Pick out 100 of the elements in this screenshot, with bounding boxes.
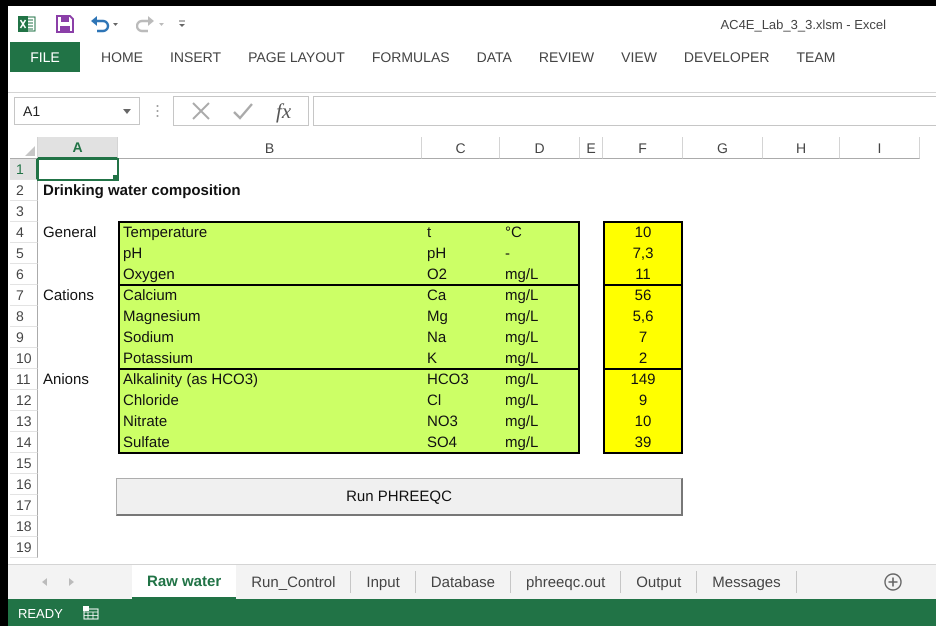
sheet-tab[interactable]: Raw water [132,565,236,599]
ribbon-tab[interactable]: PAGE LAYOUT [239,42,354,72]
row-header[interactable]: 17 [10,495,38,516]
dropdown-icon[interactable] [123,108,131,114]
symbol-cell-text: Ca [426,286,448,306]
check-icon[interactable] [232,102,254,120]
unit-cell-text: mg/L [504,412,540,432]
parameter-cell-text: Oxygen [122,265,176,285]
unit-cell-text: mg/L [504,370,540,390]
parameter-cell-text: pH [122,244,144,264]
ribbon-tab[interactable]: DEVELOPER [674,42,778,72]
add-sheet-icon[interactable] [884,573,902,591]
sheet-tab[interactable]: Input [351,571,416,593]
unit-cell-text: mg/L [504,328,540,348]
unit-cell-text: - [504,244,511,264]
row-header[interactable]: 10 [10,348,38,369]
insert-function-button[interactable]: fx [276,98,292,124]
symbol-cell-text: t [426,223,432,243]
ribbon-tab[interactable]: FORMULAS [362,42,459,72]
column-header[interactable]: D [500,137,580,159]
macro-record-icon[interactable] [82,606,99,620]
column-header[interactable]: B [118,137,422,159]
value-cell-text: 56 [634,286,652,306]
parameter-cell-text: Calcium [122,286,178,306]
parameter-cell-text: Alkalinity (as HCO3) [122,370,260,390]
row-header[interactable]: 3 [10,201,38,222]
column-header[interactable]: G [683,137,763,159]
column-header[interactable]: C [422,137,500,159]
value-cell-text: 5,6 [632,307,654,327]
row-header[interactable]: 9 [10,327,38,348]
sheet-tab[interactable]: Database [416,571,512,593]
ribbon-tab[interactable]: INSERT [161,42,230,72]
row-header[interactable]: 1 [10,159,38,180]
unit-cell-text: mg/L [504,391,540,411]
row-header[interactable]: 15 [10,453,38,474]
ribbon-tab[interactable]: REVIEW [530,42,604,72]
parameter-cell-text: Sodium [122,328,175,348]
sheet-tab[interactable]: Messages [697,571,797,593]
value-cell-text: 39 [634,433,652,453]
row-header[interactable]: 16 [10,474,38,495]
active-cell[interactable] [37,158,119,181]
value-cell-text: 149 [629,370,657,390]
row-header[interactable]: 7 [10,285,38,306]
value-cell-text: 9 [638,391,648,411]
column-header[interactable]: I [840,137,920,159]
file-tab[interactable]: FILE [10,42,80,72]
save-icon[interactable] [56,15,74,33]
row-header[interactable]: 19 [10,537,38,558]
symbol-cell-text: SO4 [426,433,458,453]
symbol-cell-text: Mg [426,307,449,327]
formula-input[interactable] [313,96,936,126]
row-header[interactable]: 5 [10,243,38,264]
ribbon-tab[interactable]: DATA [468,42,521,72]
row-header[interactable]: 8 [10,306,38,327]
unit-cell-text: mg/L [504,286,540,306]
row-header[interactable]: 14 [10,432,38,453]
sheet-title: Drinking water composition [42,181,242,201]
column-header[interactable]: E [580,137,603,159]
parameter-cell-text: Potassium [122,349,194,369]
value-cell-text: 2 [638,349,648,369]
unit-cell-text: mg/L [504,307,540,327]
symbol-cell-text: Na [426,328,448,348]
value-cell-text: 10 [634,223,652,243]
symbol-cell-text: NO3 [426,412,459,432]
sheet-tab[interactable]: Run_Control [236,571,352,593]
symbol-cell-text: pH [426,244,448,264]
value-cell-text: 10 [634,412,652,432]
row-header[interactable]: 11 [10,369,38,390]
row-header[interactable]: 6 [10,264,38,285]
sheet-tab[interactable]: Output [621,571,698,593]
ribbon-tab[interactable]: VIEW [612,42,666,72]
ribbon-tab[interactable]: HOME [92,42,152,72]
run-button[interactable]: Run PHREEQC [116,478,683,516]
unit-cell-text: mg/L [504,349,540,369]
status-mode: READY [18,606,63,620]
sheet-tab[interactable]: phreeqc.out [511,571,622,593]
column-header[interactable]: H [763,137,840,159]
spreadsheet-logo-icon[interactable] [18,16,36,32]
parameter-cell-text: Chloride [122,391,180,411]
row-header[interactable]: 13 [10,411,38,432]
row-header[interactable]: 12 [10,390,38,411]
ribbon-tab[interactable]: TEAM [788,42,844,72]
column-header[interactable]: F [603,137,683,159]
group-label: Cations [42,286,95,306]
value-cell-text: 7,3 [632,244,654,264]
name-box[interactable]: A1 [14,97,140,125]
symbol-cell-text: Cl [426,391,442,411]
group-label: Anions [42,370,90,390]
customize-icon[interactable] [178,20,186,28]
column-header[interactable]: A [38,137,118,159]
parameter-cell-text: Magnesium [122,307,202,327]
row-header[interactable]: 4 [10,222,38,243]
parameter-cell-text: Nitrate [122,412,168,432]
parameter-cell-text: Temperature [122,223,208,243]
grip-icon [156,104,159,118]
unit-cell-text: mg/L [504,433,540,453]
undo-icon[interactable] [90,15,120,33]
unit-cell-text: °C [504,223,523,243]
row-header[interactable]: 2 [10,180,38,201]
row-header[interactable]: 18 [10,516,38,537]
